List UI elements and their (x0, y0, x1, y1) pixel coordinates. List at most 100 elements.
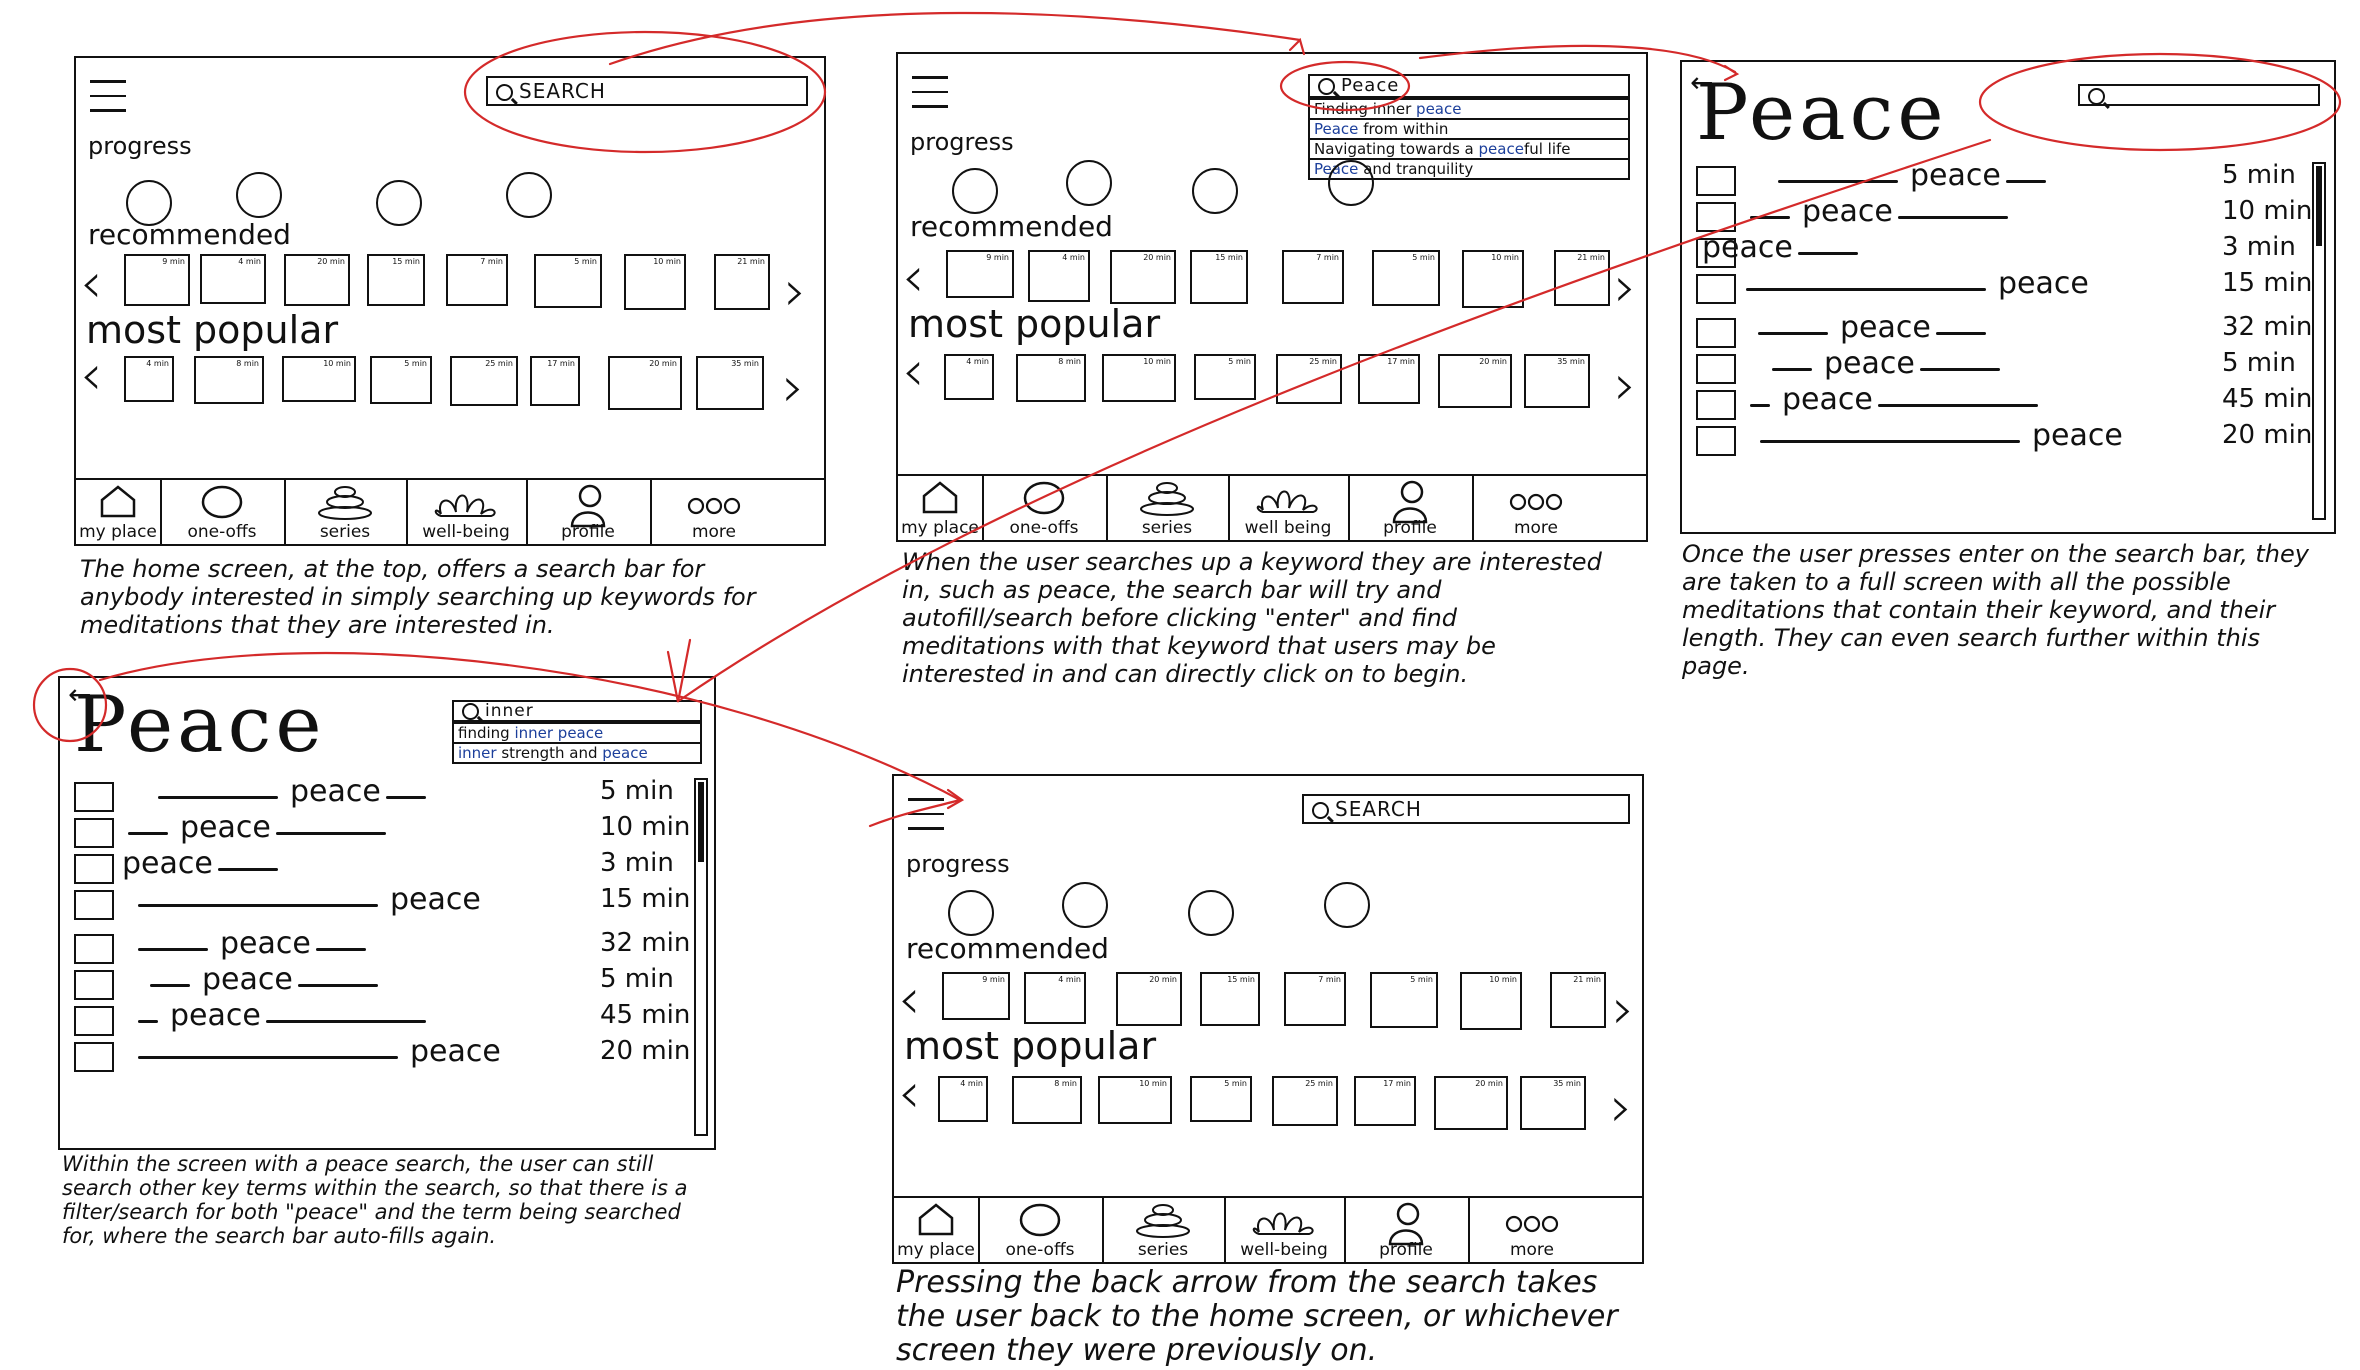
pop-meditation-tile[interactable]: 20 min (608, 356, 682, 410)
popular-next-arrow[interactable]: › (1610, 1080, 1632, 1136)
rec-meditation-tile[interactable]: 20 min (1116, 972, 1182, 1026)
result-checkbox[interactable] (1696, 166, 1736, 196)
pop-meditation-tile[interactable]: 4 min (938, 1076, 988, 1122)
pop-meditation-tile[interactable]: 5 min (1190, 1076, 1252, 1122)
progress-circle[interactable] (1188, 890, 1234, 936)
result-keyword[interactable]: peace (1782, 382, 1873, 417)
rec-meditation-tile[interactable]: 21 min (714, 254, 770, 310)
pop-meditation-tile[interactable]: 17 min (1358, 354, 1420, 404)
result-keyword[interactable]: peace (180, 810, 271, 845)
pop-meditation-tile[interactable]: 35 min (696, 356, 764, 410)
result-keyword[interactable]: peace (220, 926, 311, 961)
nav-item-my-place[interactable]: my place (894, 1198, 980, 1262)
search-bar[interactable]: inner (452, 700, 702, 722)
rec-meditation-tile[interactable]: 15 min (1190, 250, 1248, 304)
popular-prev-arrow[interactable]: ‹ (80, 348, 102, 404)
result-checkbox[interactable] (74, 1006, 114, 1036)
result-keyword[interactable]: peace (390, 882, 481, 917)
rec-meditation-tile[interactable]: 20 min (284, 254, 350, 306)
pop-meditation-tile[interactable]: 25 min (1276, 354, 1342, 404)
rec-meditation-tile[interactable]: 10 min (624, 254, 686, 310)
nav-item-one-offs[interactable]: one-offs (978, 1198, 1104, 1262)
pop-meditation-tile[interactable]: 8 min (194, 356, 264, 404)
result-checkbox[interactable] (1696, 202, 1736, 232)
nav-item-profile[interactable]: profile (1344, 1198, 1470, 1262)
result-keyword[interactable]: peace (170, 998, 261, 1033)
rec-meditation-tile[interactable]: 7 min (446, 254, 508, 306)
autofill-suggestion[interactable]: Finding inner peace (1310, 100, 1628, 118)
nav-item-well-being[interactable]: well-being (406, 480, 528, 544)
progress-circle[interactable] (1192, 168, 1238, 214)
nav-item-series[interactable]: series (1106, 476, 1230, 540)
result-checkbox[interactable] (74, 934, 114, 964)
autofill-suggestion[interactable]: inner strength and peace (454, 742, 700, 762)
nav-item-more[interactable]: more (650, 480, 778, 544)
result-checkbox[interactable] (1696, 426, 1736, 456)
pop-meditation-tile[interactable]: 20 min (1434, 1076, 1508, 1130)
pop-meditation-tile[interactable]: 35 min (1520, 1076, 1586, 1130)
nav-item-one-offs[interactable]: one-offs (982, 476, 1108, 540)
rec-meditation-tile[interactable]: 9 min (946, 250, 1014, 298)
result-checkbox[interactable] (74, 854, 114, 884)
result-keyword[interactable]: peace (1702, 230, 1793, 265)
pop-meditation-tile[interactable]: 4 min (124, 356, 174, 402)
result-checkbox[interactable] (74, 782, 114, 812)
nav-item-one-offs[interactable]: one-offs (160, 480, 286, 544)
nav-item-series[interactable]: series (284, 480, 408, 544)
result-keyword[interactable]: peace (122, 846, 213, 881)
rec-meditation-tile[interactable]: 4 min (200, 254, 266, 304)
result-keyword[interactable]: peace (1998, 266, 2089, 301)
pop-meditation-tile[interactable]: 5 min (1194, 354, 1256, 400)
hamburger-menu-icon[interactable] (908, 798, 948, 838)
pop-meditation-tile[interactable]: 17 min (530, 356, 580, 406)
pop-meditation-tile[interactable]: 4 min (944, 354, 994, 400)
result-keyword[interactable]: peace (290, 774, 381, 809)
search-bar[interactable]: SEARCH (486, 76, 808, 106)
pop-meditation-tile[interactable]: 8 min (1012, 1076, 1082, 1124)
inner-results-scrollbar[interactable] (694, 778, 708, 1136)
progress-circle[interactable] (126, 180, 172, 226)
rec-meditation-tile[interactable]: 9 min (942, 972, 1010, 1020)
pop-meditation-tile[interactable]: 10 min (282, 356, 356, 402)
rec-meditation-tile[interactable]: 5 min (1372, 250, 1440, 306)
progress-circle[interactable] (506, 172, 552, 218)
pop-meditation-tile[interactable]: 25 min (1272, 1076, 1338, 1126)
nav-item-my-place[interactable]: my place (76, 480, 162, 544)
result-checkbox[interactable] (1696, 390, 1736, 420)
rec-meditation-tile[interactable]: 4 min (1024, 972, 1086, 1024)
nav-item-my-place[interactable]: my place (898, 476, 984, 540)
results-scroll-thumb[interactable] (2316, 166, 2322, 246)
progress-circle[interactable] (948, 890, 994, 936)
popular-prev-arrow[interactable]: ‹ (898, 1066, 920, 1122)
pop-meditation-tile[interactable]: 20 min (1438, 354, 1512, 408)
nav-item-series[interactable]: series (1102, 1198, 1226, 1262)
progress-circle[interactable] (1328, 160, 1374, 206)
pop-meditation-tile[interactable]: 25 min (450, 356, 518, 406)
recommended-next-arrow[interactable]: › (1612, 982, 1634, 1038)
recommended-next-arrow[interactable]: › (1614, 260, 1636, 316)
result-keyword[interactable]: peace (1840, 310, 1931, 345)
pop-meditation-tile[interactable]: 5 min (370, 356, 432, 404)
rec-meditation-tile[interactable]: 20 min (1110, 250, 1176, 304)
result-checkbox[interactable] (74, 970, 114, 1000)
autofill-suggestion[interactable]: finding inner peace (454, 724, 700, 742)
search-bar[interactable]: SEARCH (1302, 794, 1630, 824)
rec-meditation-tile[interactable]: 10 min (1462, 250, 1524, 308)
rec-meditation-tile[interactable]: 5 min (534, 254, 602, 308)
result-keyword[interactable]: peace (410, 1034, 501, 1069)
rec-meditation-tile[interactable]: 7 min (1282, 250, 1344, 304)
autofill-suggestion[interactable]: Peace from within (1310, 118, 1628, 138)
progress-circle[interactable] (1324, 882, 1370, 928)
recommended-next-arrow[interactable]: › (784, 264, 806, 320)
result-checkbox[interactable] (74, 1042, 114, 1072)
rec-meditation-tile[interactable]: 21 min (1550, 972, 1606, 1028)
progress-circle[interactable] (952, 168, 998, 214)
hamburger-menu-icon[interactable] (912, 76, 952, 116)
rec-meditation-tile[interactable]: 7 min (1284, 972, 1346, 1026)
result-checkbox[interactable] (1696, 354, 1736, 384)
result-checkbox[interactable] (1696, 318, 1736, 348)
rec-meditation-tile[interactable]: 5 min (1370, 972, 1438, 1028)
progress-circle[interactable] (236, 172, 282, 218)
result-checkbox[interactable] (74, 818, 114, 848)
result-keyword[interactable]: peace (1910, 158, 2001, 193)
